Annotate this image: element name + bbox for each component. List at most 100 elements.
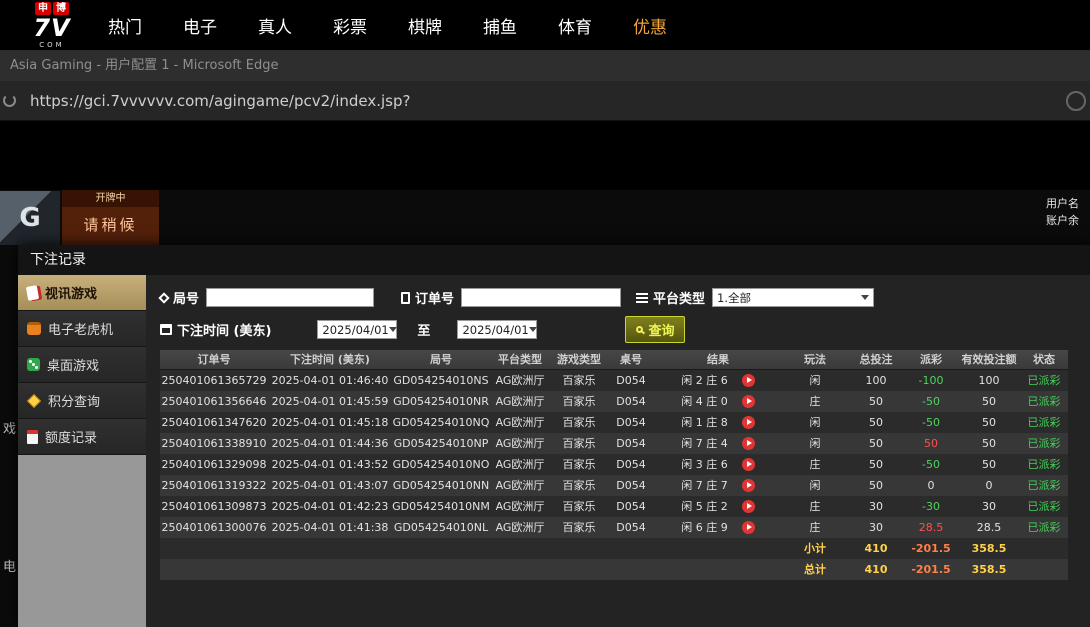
panel-body: 视讯游戏 电子老虎机 桌面游戏 积分查询 额度记录 <box>18 275 1090 627</box>
col-header-status: 状态 <box>1020 350 1068 369</box>
replay-icon[interactable] <box>742 479 755 492</box>
cell-platform: AG欧洲厅 <box>490 475 550 496</box>
cell-bet: 50 <box>848 412 904 433</box>
cell-game: 百家乐 <box>550 454 608 475</box>
cell-play: 闲 <box>782 370 848 391</box>
nav-item-fishing[interactable]: 捕鱼 <box>483 13 517 38</box>
cell-table: D054 <box>608 475 654 496</box>
window-title: Asia Gaming - 用户配置 1 - Microsoft Edge <box>10 58 279 73</box>
round-input[interactable] <box>206 288 374 307</box>
cell-valid: 30 <box>958 496 1020 517</box>
gem-icon <box>27 393 41 407</box>
order-input[interactable] <box>461 288 621 307</box>
url-text[interactable]: https://gci.7vvvvvv.com/agingame/pcv2/in… <box>30 92 1066 110</box>
cell-platform: AG欧洲厅 <box>490 412 550 433</box>
cell-valid: 0 <box>958 475 1020 496</box>
col-header-round: 局号 <box>392 350 490 369</box>
result-text: 闲 2 庄 6 <box>681 370 728 391</box>
col-header-time: 下注时间 (美东) <box>268 350 392 369</box>
cell-bet: 50 <box>848 454 904 475</box>
cell-bet: 50 <box>848 433 904 454</box>
cell-status: 已派彩 <box>1020 433 1068 454</box>
summary-spacer <box>160 559 782 580</box>
sidebar-item-credit-records[interactable]: 额度记录 <box>18 419 146 455</box>
table-row: 2504010613389102025-04-01 01:44:36GD0542… <box>160 433 1068 454</box>
summary-valid: 358.5 <box>958 559 1020 580</box>
order-label: 订单号 <box>401 288 454 307</box>
summary-valid: 358.5 <box>958 538 1020 559</box>
summary-label: 小计 <box>782 538 848 559</box>
replay-icon[interactable] <box>742 500 755 513</box>
sidebar-item-table-games[interactable]: 桌面游戏 <box>18 347 146 383</box>
cell-payout: -50 <box>904 391 958 412</box>
replay-icon[interactable] <box>742 416 755 429</box>
result-text: 闲 4 庄 0 <box>681 391 728 412</box>
cell-table: D054 <box>608 454 654 475</box>
search-button[interactable]: 查询 <box>625 316 685 343</box>
order-label-text: 订单号 <box>415 288 454 307</box>
cell-payout: 28.5 <box>904 517 958 538</box>
logo-sub-text: COM <box>39 41 64 49</box>
panel-title: 下注记录 <box>18 245 1090 275</box>
table-body: 2504010613657292025-04-01 01:46:40GD0542… <box>160 370 1068 580</box>
document-icon <box>401 292 410 304</box>
cell-status: 已派彩 <box>1020 412 1068 433</box>
sidebar-item-label: 桌面游戏 <box>47 355 99 374</box>
date-from-select[interactable]: 2025/04/01 <box>317 320 397 339</box>
cell-bet: 50 <box>848 391 904 412</box>
cell-order: 250401061329098 <box>160 454 268 475</box>
nav-item-live[interactable]: 真人 <box>258 13 292 38</box>
date-to-value: 2025/04/01 <box>462 323 528 337</box>
cell-platform: AG欧洲厅 <box>490 496 550 517</box>
account-info: 用户名 账户余 <box>1046 195 1079 229</box>
cell-valid: 50 <box>958 412 1020 433</box>
cell-payout: -50 <box>904 412 958 433</box>
cell-round: GD054254010NM <box>392 496 490 517</box>
cell-result: 闲 6 庄 9 <box>654 517 782 538</box>
table-row: 2504010613476202025-04-01 01:45:18GD0542… <box>160 412 1068 433</box>
nav-item-sports[interactable]: 体育 <box>558 13 592 38</box>
nav-item-hot[interactable]: 热门 <box>108 13 142 38</box>
nav-item-lottery[interactable]: 彩票 <box>333 13 367 38</box>
platform-label-text: 平台类型 <box>653 288 705 307</box>
browser-address-bar: https://gci.7vvvvvv.com/agingame/pcv2/in… <box>0 81 1090 121</box>
date-to-select[interactable]: 2025/04/01 <box>457 320 537 339</box>
nav-item-cards[interactable]: 棋牌 <box>408 13 442 38</box>
cell-game: 百家乐 <box>550 475 608 496</box>
platform-select[interactable]: 1.全部 <box>712 288 874 307</box>
sidebar-item-slot-machines[interactable]: 电子老虎机 <box>18 311 146 347</box>
site-logo[interactable]: 申 博 7V COM <box>20 2 84 49</box>
username-label: 用户名 <box>1046 195 1079 212</box>
table-row: 2504010613566462025-04-01 01:45:59GD0542… <box>160 391 1068 412</box>
cell-bet: 100 <box>848 370 904 391</box>
cell-result: 闲 3 庄 6 <box>654 454 782 475</box>
replay-icon[interactable] <box>742 458 755 471</box>
sidebar-item-video-games[interactable]: 视讯游戏 <box>18 275 146 311</box>
main-nav: 热门 电子 真人 彩票 棋牌 捕鱼 体育 优惠 <box>108 13 667 38</box>
background-left-char: 电 <box>3 556 16 575</box>
replay-icon[interactable] <box>742 521 755 534</box>
cell-round: GD054254010NS <box>392 370 490 391</box>
col-header-bet: 总投注 <box>848 350 904 369</box>
sidebar-item-points-query[interactable]: 积分查询 <box>18 383 146 419</box>
logo-badge: 申 <box>35 2 51 15</box>
cell-result: 闲 7 庄 7 <box>654 475 782 496</box>
nav-item-promotions[interactable]: 优惠 <box>633 13 667 38</box>
logo-badge: 博 <box>53 2 69 15</box>
cell-table: D054 <box>608 370 654 391</box>
reload-icon[interactable] <box>3 94 16 107</box>
magnifier-icon <box>636 326 643 333</box>
cell-time: 2025-04-01 01:42:23 <box>268 496 392 517</box>
cell-status: 已派彩 <box>1020 496 1068 517</box>
replay-icon[interactable] <box>742 395 755 408</box>
cell-payout: -50 <box>904 454 958 475</box>
browser-profile-icon[interactable] <box>1066 91 1086 111</box>
summary-row: 小计410-201.5358.5 <box>160 538 1068 559</box>
result-text: 闲 7 庄 7 <box>681 475 728 496</box>
replay-icon[interactable] <box>742 437 755 450</box>
col-header-game: 游戏类型 <box>550 350 608 369</box>
nav-item-slots[interactable]: 电子 <box>183 13 217 38</box>
replay-icon[interactable] <box>742 374 755 387</box>
cell-result: 闲 1 庄 8 <box>654 412 782 433</box>
cell-status: 已派彩 <box>1020 475 1068 496</box>
